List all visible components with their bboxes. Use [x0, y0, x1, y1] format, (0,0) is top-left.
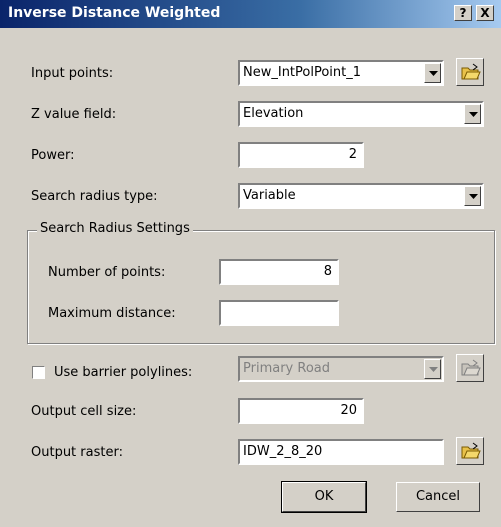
z-value-field-value: Elevation — [243, 106, 304, 121]
power-input[interactable]: 2 — [238, 142, 364, 168]
output-raster-browse-button[interactable] — [456, 437, 484, 465]
open-folder-icon — [461, 442, 481, 459]
output-cell-size-value: 20 — [340, 403, 357, 418]
use-barrier-checkbox[interactable] — [32, 366, 45, 379]
chevron-down-icon[interactable] — [424, 359, 441, 379]
input-points-dropdown[interactable]: New_IntPolPoint_1 — [238, 60, 444, 86]
search-radius-type-label: Search radius type: — [31, 189, 158, 204]
ok-button[interactable]: OK — [281, 481, 367, 513]
search-radius-settings-group — [27, 230, 495, 344]
z-value-field-label: Z value field: — [31, 107, 117, 122]
output-raster-label: Output raster: — [31, 445, 123, 460]
barrier-browse-button[interactable] — [456, 354, 484, 382]
z-value-field-dropdown[interactable]: Elevation — [238, 101, 484, 127]
input-points-value: New_IntPolPoint_1 — [243, 65, 362, 80]
power-value: 2 — [348, 147, 357, 162]
use-barrier-label: Use barrier polylines: — [54, 365, 193, 380]
output-cell-size-input[interactable]: 20 — [238, 398, 364, 424]
output-raster-input[interactable]: IDW_2_8_20 — [238, 439, 444, 465]
open-folder-icon — [461, 359, 481, 376]
input-points-browse-button[interactable] — [456, 58, 484, 86]
title-bar: Inverse Distance Weighted ? X — [0, 0, 501, 28]
maximum-distance-label: Maximum distance: — [48, 306, 176, 321]
window-title: Inverse Distance Weighted — [8, 5, 221, 21]
search-radius-type-value: Variable — [243, 188, 296, 203]
close-icon[interactable]: X — [476, 5, 494, 21]
open-folder-icon — [461, 63, 481, 80]
power-label: Power: — [31, 148, 75, 163]
barrier-polylines-value: Primary Road — [243, 361, 330, 376]
number-of-points-input[interactable]: 8 — [219, 259, 339, 285]
number-of-points-label: Number of points: — [48, 265, 166, 280]
help-icon[interactable]: ? — [454, 5, 472, 21]
chevron-down-icon[interactable] — [424, 63, 441, 83]
output-cell-size-label: Output cell size: — [31, 404, 137, 419]
input-points-label: Input points: — [31, 66, 114, 81]
search-radius-settings-label: Search Radius Settings — [37, 221, 193, 236]
number-of-points-value: 8 — [323, 264, 332, 279]
barrier-polylines-dropdown[interactable]: Primary Road — [238, 356, 444, 382]
search-radius-type-dropdown[interactable]: Variable — [238, 183, 484, 209]
chevron-down-icon[interactable] — [464, 186, 481, 206]
maximum-distance-input[interactable] — [219, 300, 339, 326]
idw-dialog: Inverse Distance Weighted ? X Input poin… — [0, 0, 501, 527]
cancel-button[interactable]: Cancel — [396, 482, 480, 512]
output-raster-value: IDW_2_8_20 — [243, 444, 323, 459]
chevron-down-icon[interactable] — [464, 104, 481, 124]
